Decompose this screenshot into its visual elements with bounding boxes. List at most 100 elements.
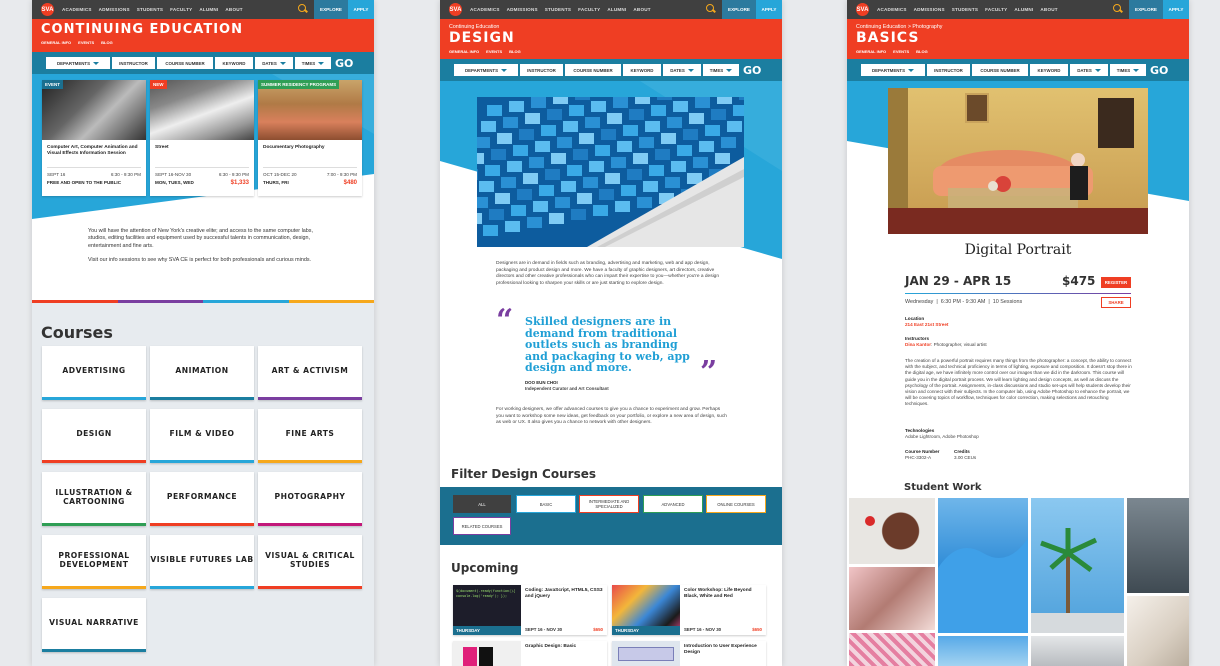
nav-faculty[interactable]: FACULTY [170,7,192,12]
instructor-filter[interactable]: INSTRUCTOR [926,63,971,77]
filter-intermediate-button[interactable]: INTERMEDIATE AND SPECIALIZED [579,495,639,513]
apply-button[interactable]: APPLY [1163,0,1189,19]
course-tile-visual-critical-studies[interactable]: VISUAL & CRITICAL STUDIES [258,535,362,589]
search-icon[interactable] [1113,4,1123,14]
nav-admissions[interactable]: ADMISSIONS [914,7,945,12]
nav-faculty[interactable]: FACULTY [578,7,600,12]
subnav-general-info[interactable]: GENERAL INFO [449,49,479,54]
filter-advanced-button[interactable]: ADVANCED [643,495,703,513]
nav-admissions[interactable]: ADMISSIONS [507,7,538,12]
apply-button[interactable]: APPLY [348,0,374,19]
times-dropdown[interactable]: TIMES [294,56,332,70]
gallery-image-6[interactable] [1031,498,1124,633]
dates-dropdown[interactable]: DATES [1069,63,1109,77]
course-tile-performance[interactable]: PERFORMANCE [150,472,254,526]
event-card[interactable]: EVENT Computer Art, Computer Animation a… [42,80,146,196]
course-tile-film-video[interactable]: FILM & VIDEO [150,409,254,463]
course-tile-photography[interactable]: PHOTOGRAPHY [258,472,362,526]
subnav-blog[interactable]: BLOG [101,40,113,45]
keyword-filter[interactable]: KEYWORD [622,63,662,77]
nav-students[interactable]: STUDENTS [137,7,163,12]
search-icon[interactable] [298,4,308,14]
departments-dropdown[interactable]: DEPARTMENTS [860,63,926,77]
nav-students[interactable]: STUDENTS [952,7,978,12]
nav-admissions[interactable]: ADMISSIONS [99,7,130,12]
subnav-general-info[interactable]: GENERAL INFO [856,49,886,54]
sva-logo[interactable]: SVA [449,3,462,16]
instructor-filter[interactable]: INSTRUCTOR [111,56,156,70]
instructor-filter[interactable]: INSTRUCTOR [519,63,564,77]
dates-dropdown[interactable]: DATES [662,63,702,77]
apply-button[interactable]: APPLY [756,0,782,19]
nav-about[interactable]: ABOUT [1040,7,1057,12]
course-tile-design[interactable]: DESIGN [42,409,146,463]
course-tile-art-activism[interactable]: ART & ACTIVISM [258,346,362,400]
departments-dropdown[interactable]: DEPARTMENTS [45,56,111,70]
gallery-image-4[interactable] [938,498,1028,633]
sva-logo[interactable]: SVA [41,3,54,16]
nav-about[interactable]: ABOUT [633,7,650,12]
course-tile-visual-narrative[interactable]: VISUAL NARRATIVE [42,598,146,652]
course-tile-visible-futures-lab[interactable]: VISIBLE FUTURES LAB [150,535,254,589]
dates-dropdown[interactable]: DATES [254,56,294,70]
course-number-filter[interactable]: COURSE NUMBER [564,63,622,77]
explore-button[interactable]: EXPLORE [1129,0,1163,19]
course-tile-animation[interactable]: ANIMATION [150,346,254,400]
location-link[interactable]: 214 East 21st Street [905,322,948,327]
course-tile-advertising[interactable]: ADVERTISING [42,346,146,400]
times-dropdown[interactable]: TIMES [1109,63,1147,77]
go-button[interactable]: GO [743,64,761,77]
keyword-filter[interactable]: KEYWORD [214,56,254,70]
nav-alumni[interactable]: ALUMNI [199,7,218,12]
times-dropdown[interactable]: TIMES [702,63,740,77]
share-button[interactable]: SHARE [1101,297,1131,308]
gallery-image-5[interactable] [938,636,1028,666]
residency-card[interactable]: SUMMER RESIDENCY PROGRAMS Documentary Ph… [258,80,362,196]
gallery-image-9[interactable] [1127,596,1189,666]
nav-students[interactable]: STUDENTS [545,7,571,12]
explore-button[interactable]: EXPLORE [722,0,756,19]
gallery-image-1[interactable] [849,498,935,564]
gallery-image-2[interactable] [849,567,935,630]
nav-alumni[interactable]: ALUMNI [607,7,626,12]
search-icon[interactable] [706,4,716,14]
gallery-image-7[interactable] [1031,636,1124,666]
upcoming-card-color[interactable]: THURSDAY Color Workshop: Life Beyond Bla… [612,585,766,635]
filter-online-button[interactable]: ONLINE COURSES [706,495,766,513]
go-button[interactable]: GO [335,57,353,70]
course-number-filter[interactable]: COURSE NUMBER [971,63,1029,77]
new-card[interactable]: NEW Street SEPT 16-NOV 30 6:30 - 9:30 PM … [150,80,254,196]
filter-basic-button[interactable]: BASIC [516,495,576,513]
filter-all-button[interactable]: ALL [453,495,511,513]
course-number-filter[interactable]: COURSE NUMBER [156,56,214,70]
course-tile-illustration[interactable]: ILLUSTRATION & CARTOONING [42,472,146,526]
instructor-link[interactable]: Dina Kantor [905,342,931,347]
explore-button[interactable]: EXPLORE [314,0,348,19]
go-button[interactable]: GO [1150,64,1168,77]
color-swatch [477,169,478,180]
register-button[interactable]: REGISTER [1101,277,1131,288]
subnav-events[interactable]: EVENTS [486,49,502,54]
nav-faculty[interactable]: FACULTY [985,7,1007,12]
nav-about[interactable]: ABOUT [225,7,242,12]
subnav-blog[interactable]: BLOG [509,49,521,54]
upcoming-card-coding[interactable]: $(document).ready(function(){ console.lo… [453,585,607,635]
course-tile-fine-arts[interactable]: FINE ARTS [258,409,362,463]
gallery-image-8[interactable] [1127,498,1189,593]
filter-related-button[interactable]: RELATED COURSES [453,517,511,535]
departments-dropdown[interactable]: DEPARTMENTS [453,63,519,77]
subnav-blog[interactable]: BLOG [916,49,928,54]
course-tile-professional-development[interactable]: PROFESSIONAL DEVELOPMENT [42,535,146,589]
nav-alumni[interactable]: ALUMNI [1014,7,1033,12]
sva-logo[interactable]: SVA [856,3,869,16]
gallery-image-3[interactable] [849,633,935,666]
keyword-filter[interactable]: KEYWORD [1029,63,1069,77]
subnav-events[interactable]: EVENTS [893,49,909,54]
upcoming-card-ux[interactable]: Introduction to User Experience Design [612,641,766,666]
nav-academics[interactable]: ACADEMICS [62,7,92,12]
nav-academics[interactable]: ACADEMICS [877,7,907,12]
subnav-general-info[interactable]: GENERAL INFO [41,40,71,45]
upcoming-card-graphic-design[interactable]: Graphic Design: Basic [453,641,607,666]
nav-academics[interactable]: ACADEMICS [470,7,500,12]
subnav-events[interactable]: EVENTS [78,40,94,45]
